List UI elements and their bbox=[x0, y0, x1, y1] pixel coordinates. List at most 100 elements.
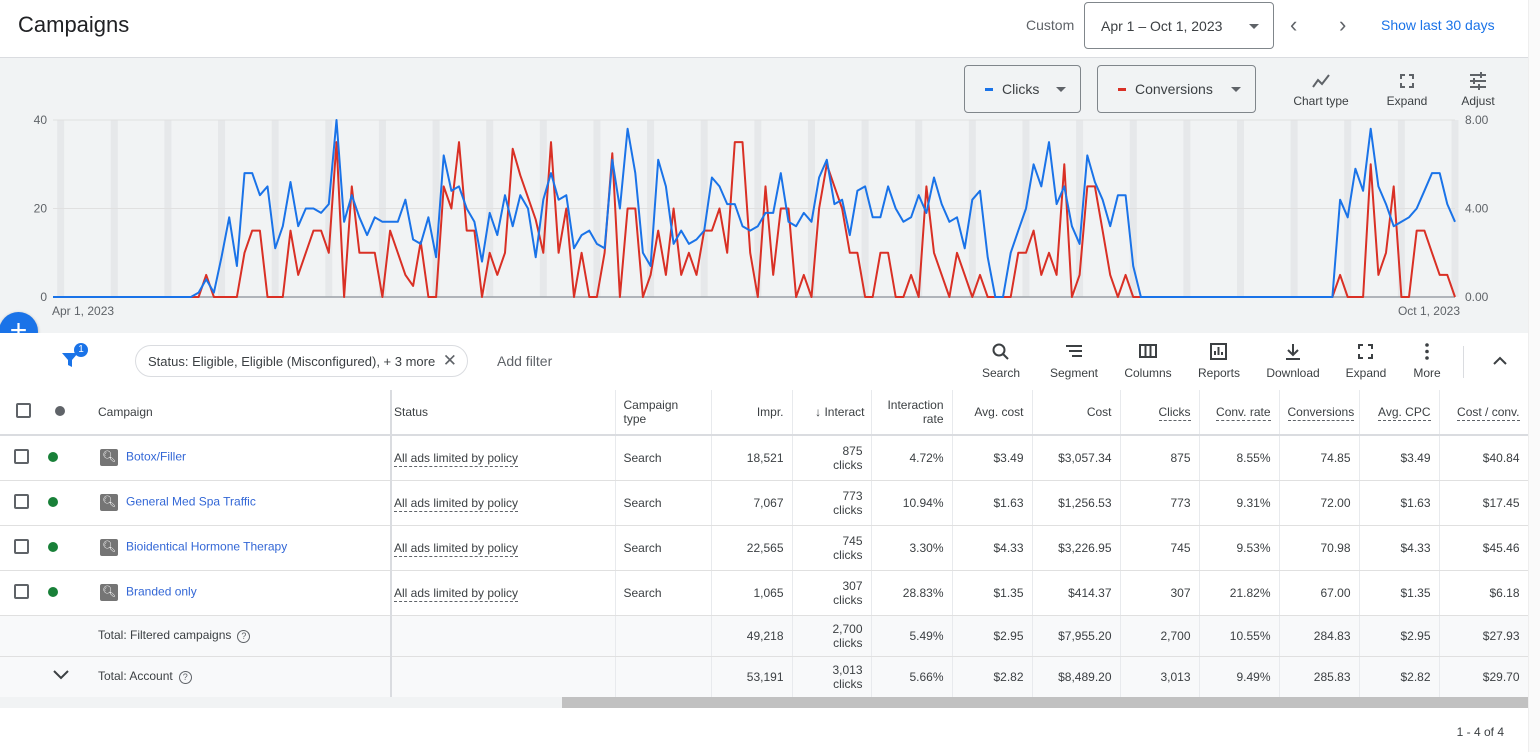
col-cost-per-conv[interactable]: Cost / conv. bbox=[1439, 390, 1529, 436]
status-dot-icon bbox=[55, 406, 65, 416]
vertical-scrollbar[interactable] bbox=[1528, 0, 1540, 752]
row-checkbox[interactable] bbox=[14, 538, 29, 554]
cell-campaign-type: Search bbox=[615, 570, 712, 616]
status-text[interactable]: All ads limited by policy bbox=[394, 540, 519, 557]
chart-panel: Clicks Conversions Chart type Expand Adj… bbox=[0, 58, 1528, 333]
cell-rate: 4.72% bbox=[871, 435, 953, 481]
chevron-down-icon[interactable] bbox=[52, 669, 70, 681]
cell-campaign-type: Search bbox=[615, 525, 712, 571]
row-checkbox[interactable] bbox=[14, 448, 29, 464]
search-button[interactable]: Search bbox=[966, 342, 1036, 380]
cell-campaign-type: Search bbox=[615, 480, 712, 526]
search-label: Search bbox=[981, 366, 1021, 380]
segment-button[interactable]: Segment bbox=[1039, 342, 1109, 380]
col-clicks-label: Clicks bbox=[1158, 405, 1191, 421]
status-text[interactable]: All ads limited by policy bbox=[394, 495, 519, 512]
row-checkbox[interactable] bbox=[14, 583, 29, 599]
enabled-status-dot-icon bbox=[48, 451, 58, 462]
col-interactions-label: Interact bbox=[824, 405, 865, 419]
chevron-up-icon[interactable] bbox=[1491, 354, 1509, 366]
cell-impr: 22,565 bbox=[711, 525, 793, 571]
chevron-right-icon[interactable]: › bbox=[1339, 12, 1346, 38]
cell-cost: $3,226.95 bbox=[1032, 525, 1121, 571]
right-axis-tick: 4.00 bbox=[1465, 202, 1489, 216]
left-axis-tick: 20 bbox=[34, 202, 48, 216]
show-last-30-days-link[interactable]: Show last 30 days bbox=[1381, 17, 1495, 33]
range-type-label: Custom bbox=[1026, 17, 1075, 33]
col-impr[interactable]: Impr. bbox=[711, 390, 793, 436]
table-row: 🔍︎ Bioidentical Hormone Therapy All ads li… bbox=[0, 525, 1529, 571]
campaign-link[interactable]: Botox/Filler bbox=[126, 450, 186, 464]
cell-cpconv: $27.93 bbox=[1439, 615, 1529, 657]
more-button[interactable]: More bbox=[1392, 342, 1462, 380]
scrollbar-thumb[interactable] bbox=[562, 697, 1528, 708]
col-conversions[interactable]: Conversions bbox=[1279, 390, 1360, 436]
reports-button[interactable]: Reports bbox=[1184, 342, 1254, 380]
col-clicks[interactable]: Clicks bbox=[1120, 390, 1200, 436]
col-conv-rate-label: Conv. rate bbox=[1216, 405, 1271, 421]
status-text[interactable]: All ads limited by policy bbox=[394, 585, 519, 602]
campaign-link[interactable]: Bioidentical Hormone Therapy bbox=[126, 540, 287, 554]
horizontal-scrollbar[interactable] bbox=[0, 697, 1528, 708]
cell-conv-rate: 10.55% bbox=[1199, 615, 1280, 657]
cell-cpconv: $17.45 bbox=[1439, 480, 1529, 526]
filter-count-badge: 1 bbox=[74, 343, 88, 357]
cell-cost: $414.37 bbox=[1032, 570, 1121, 616]
right-axis-tick: 0.00 bbox=[1465, 290, 1489, 304]
col-conv-rate[interactable]: Conv. rate bbox=[1199, 390, 1280, 436]
cell-clicks: 2,700 bbox=[1120, 615, 1200, 657]
col-cost[interactable]: Cost bbox=[1032, 390, 1121, 436]
cell-conv-rate: 21.82% bbox=[1199, 570, 1280, 616]
left-axis-tick: 40 bbox=[34, 113, 48, 127]
close-icon[interactable]: ✕ bbox=[443, 351, 457, 371]
cell-conv-rate: 8.55% bbox=[1199, 435, 1280, 481]
col-campaign[interactable]: Campaign bbox=[80, 390, 392, 436]
cell-conv: 72.00 bbox=[1279, 480, 1360, 526]
date-range-select[interactable]: Apr 1 – Oct 1, 2023 bbox=[1084, 2, 1274, 49]
col-status[interactable]: Status bbox=[391, 390, 616, 436]
cell-cpc: $2.82 bbox=[1359, 656, 1440, 698]
expand-button[interactable]: Expand bbox=[1331, 342, 1401, 380]
columns-icon bbox=[1139, 344, 1157, 358]
select-all-checkbox[interactable] bbox=[15, 403, 31, 418]
series-line-conversions bbox=[53, 141, 1456, 298]
right-axis-tick: 8.00 bbox=[1465, 113, 1489, 127]
filter-chip-label: Status: Eligible, Eligible (Misconfigure… bbox=[148, 354, 436, 369]
table-row: 🔍︎ Botox/Filler All ads limited by policy S… bbox=[0, 435, 1529, 481]
columns-button[interactable]: Columns bbox=[1113, 342, 1183, 380]
add-filter-button[interactable]: Add filter bbox=[497, 353, 552, 369]
col-campaign-type[interactable]: Campaign type bbox=[615, 390, 712, 436]
cell-impr: 49,218 bbox=[711, 615, 793, 657]
campaign-link[interactable]: Branded only bbox=[126, 585, 197, 599]
chevron-left-icon[interactable]: ‹ bbox=[1290, 12, 1297, 38]
reports-icon bbox=[1210, 343, 1227, 360]
col-avg-cpc[interactable]: Avg. CPC bbox=[1359, 390, 1440, 436]
cell-cost: $1,256.53 bbox=[1032, 480, 1121, 526]
cell-rate: 5.49% bbox=[871, 615, 953, 657]
help-icon[interactable]: ? bbox=[178, 670, 192, 684]
cell-interactions: 2,700 clicks bbox=[792, 615, 872, 657]
cell-rate: 5.66% bbox=[871, 656, 953, 698]
col-avg-cpc-label: Avg. CPC bbox=[1378, 405, 1431, 421]
col-interactions[interactable]: ↓ Interact bbox=[792, 390, 872, 436]
download-button[interactable]: Download bbox=[1258, 342, 1328, 380]
col-avg-cost[interactable]: Avg. cost bbox=[952, 390, 1033, 436]
cell-interactions: 773 clicks bbox=[792, 480, 872, 526]
table-row: 🔍︎ General Med Spa Traffic All ads limited… bbox=[0, 480, 1529, 526]
cell-rate: 28.83% bbox=[871, 570, 953, 616]
cell-clicks: 307 bbox=[1120, 570, 1200, 616]
expand-icon bbox=[1358, 344, 1373, 359]
help-icon[interactable]: ? bbox=[237, 629, 251, 643]
cell-cpc: $2.95 bbox=[1359, 615, 1440, 657]
cell-avg-cost: $2.95 bbox=[952, 615, 1033, 657]
campaign-link[interactable]: General Med Spa Traffic bbox=[126, 495, 256, 509]
row-checkbox[interactable] bbox=[14, 493, 29, 509]
col-interaction-rate[interactable]: Interaction rate bbox=[871, 390, 953, 436]
cell-cpconv: $29.70 bbox=[1439, 656, 1529, 698]
status-text[interactable]: All ads limited by policy bbox=[394, 450, 519, 467]
enabled-status-dot-icon bbox=[48, 496, 58, 507]
search-icon bbox=[992, 343, 1009, 360]
download-icon bbox=[1286, 344, 1300, 360]
status-filter-chip[interactable]: Status: Eligible, Eligible (Misconfigure… bbox=[135, 345, 468, 377]
date-range-value: Apr 1 – Oct 1, 2023 bbox=[1101, 18, 1223, 34]
